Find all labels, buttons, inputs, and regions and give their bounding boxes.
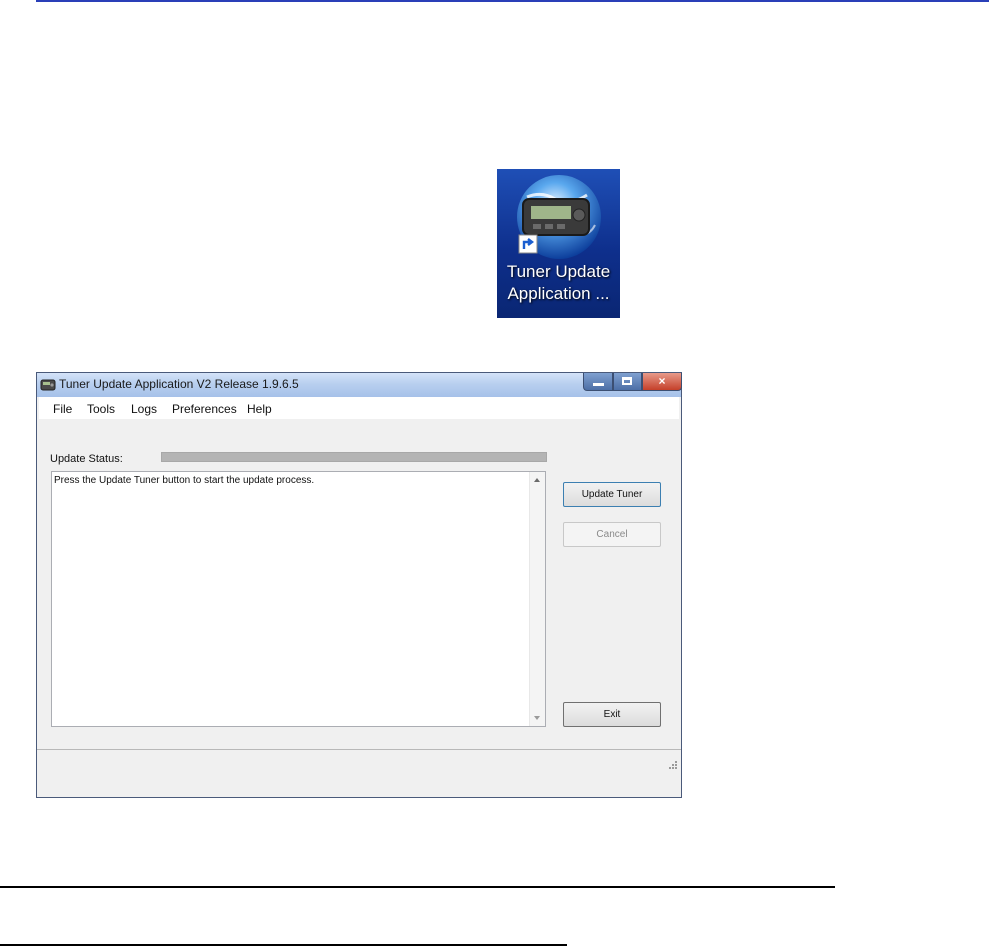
resize-grip-icon[interactable]: [668, 760, 678, 770]
maximize-icon: [622, 377, 632, 385]
update-log-message: Press the Update Tuner button to start t…: [54, 475, 315, 486]
scroll-down-arrow-icon[interactable]: [534, 716, 540, 720]
update-tuner-button[interactable]: Update Tuner: [563, 482, 661, 507]
menu-file[interactable]: File: [53, 402, 72, 416]
menu-tools[interactable]: Tools: [87, 402, 115, 416]
menu-preferences[interactable]: Preferences: [172, 402, 237, 416]
update-status-label: Update Status:: [50, 453, 123, 465]
close-icon: ×: [658, 374, 666, 388]
menu-logs[interactable]: Logs: [131, 402, 157, 416]
tuner-globe-icon: [517, 175, 601, 259]
update-log-textbox[interactable]: Press the Update Tuner button to start t…: [51, 471, 546, 727]
desktop-shortcut-label: Tuner Update Application ...: [497, 261, 620, 305]
document-rule-line: [0, 886, 835, 888]
maximize-button[interactable]: [613, 373, 642, 391]
shortcut-label-line1: Tuner Update: [506, 262, 611, 281]
close-button[interactable]: ×: [642, 373, 682, 391]
window-status-bar: [37, 749, 681, 773]
shortcut-label-line2: Application ...: [507, 284, 610, 303]
document-rule-line: [0, 944, 567, 946]
window-client-area: File Tools Logs Preferences Help Update …: [39, 397, 679, 772]
window-title: Tuner Update Application V2 Release 1.9.…: [59, 377, 299, 391]
menu-help[interactable]: Help: [247, 402, 272, 416]
minimize-button[interactable]: [583, 373, 613, 391]
tuner-update-window: Tuner Update Application V2 Release 1.9.…: [36, 372, 682, 798]
menu-bar: File Tools Logs Preferences Help: [39, 397, 679, 419]
window-titlebar[interactable]: Tuner Update Application V2 Release 1.9.…: [37, 373, 682, 397]
top-divider-line: [36, 0, 989, 2]
desktop-shortcut-tuner-update[interactable]: Tuner Update Application ...: [497, 169, 620, 318]
exit-button[interactable]: Exit: [563, 702, 661, 727]
scroll-up-arrow-icon[interactable]: [534, 478, 540, 482]
log-scrollbar[interactable]: [529, 472, 545, 726]
minimize-icon: [593, 383, 604, 386]
tuner-device-icon: [40, 379, 56, 391]
update-progress-bar: [161, 452, 547, 462]
cancel-button[interactable]: Cancel: [563, 522, 661, 547]
